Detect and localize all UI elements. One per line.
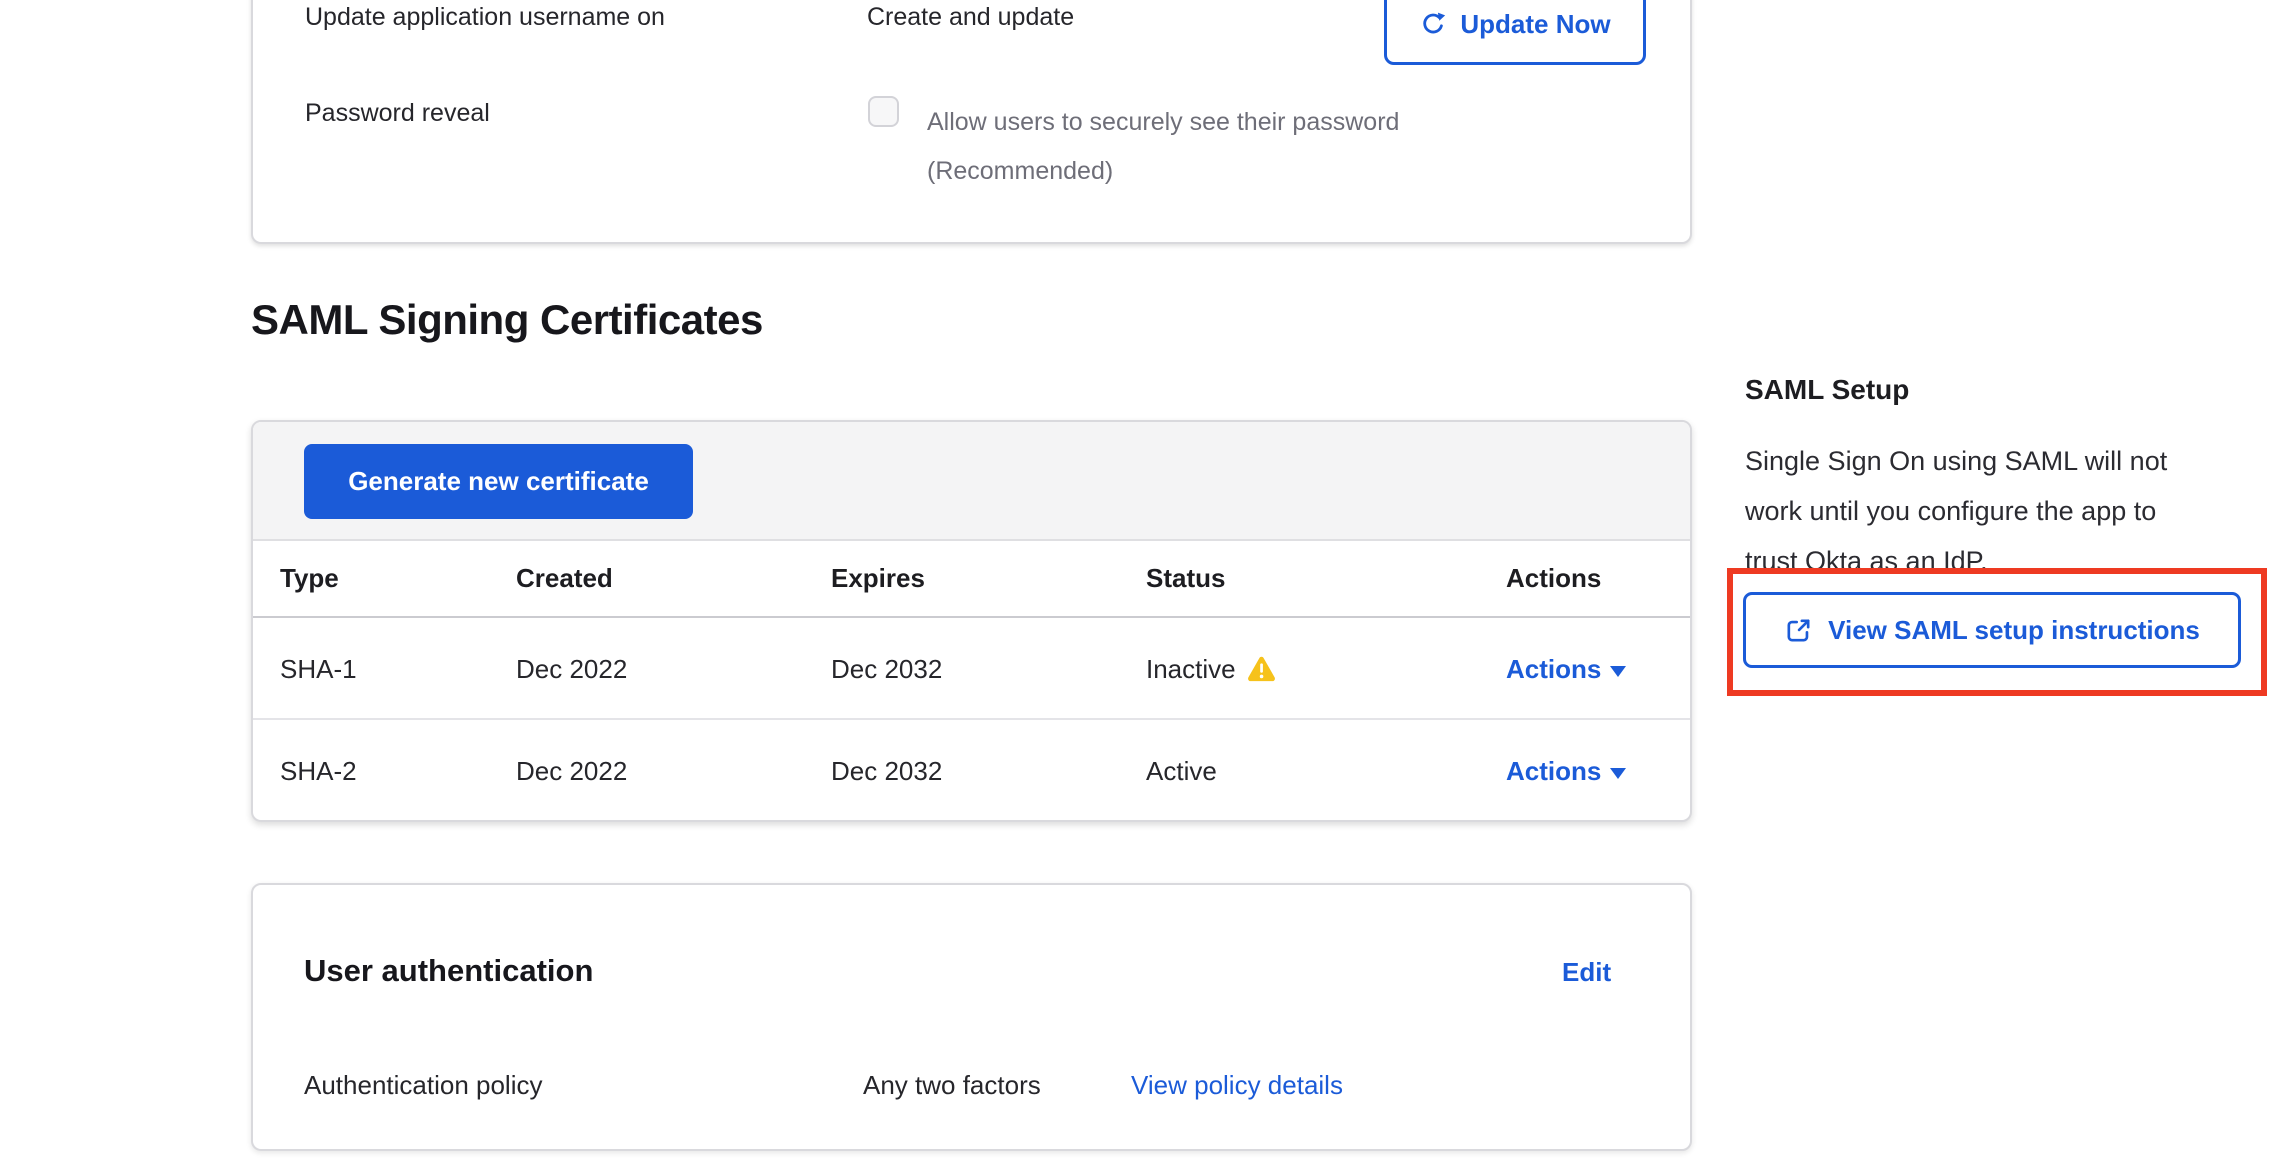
saml-certificates-card: Generate new certificate Type Created Ex… <box>251 420 1692 822</box>
certificates-table-header: Type Created Expires Status Actions <box>253 541 1690 618</box>
caret-down-icon <box>1610 666 1626 677</box>
cell-expires: Dec 2032 <box>831 756 1146 787</box>
user-authentication-title: User authentication <box>304 953 593 989</box>
authentication-policy-label: Authentication policy <box>304 1070 542 1101</box>
table-row-sha1: SHA-1 Dec 2022 Dec 2032 Inactive Actions <box>253 620 1690 720</box>
certificates-toolbar: Generate new certificate <box>253 422 1690 541</box>
update-now-label: Update Now <box>1460 9 1610 40</box>
update-username-label: Update application username on <box>305 3 665 32</box>
col-header-type: Type <box>280 563 516 594</box>
actions-dropdown-sha1[interactable]: Actions <box>1506 654 1690 685</box>
col-header-status: Status <box>1146 563 1506 594</box>
cell-status: Active <box>1146 756 1217 787</box>
actions-dropdown-label: Actions <box>1506 654 1601 685</box>
cell-type: SHA-1 <box>280 654 516 685</box>
saml-setup-description: Single Sign On using SAML will not work … <box>1745 436 2275 586</box>
cell-created: Dec 2022 <box>516 756 831 787</box>
cell-type: SHA-2 <box>280 756 516 787</box>
caret-down-icon <box>1610 768 1626 779</box>
authentication-policy-value: Any two factors <box>863 1070 1041 1101</box>
generate-certificate-button[interactable]: Generate new certificate <box>304 444 693 519</box>
view-policy-details-link[interactable]: View policy details <box>1131 1070 1343 1101</box>
password-reveal-description: Allow users to securely see their passwo… <box>927 98 1399 196</box>
edit-link[interactable]: Edit <box>1562 957 1611 988</box>
col-header-actions: Actions <box>1506 563 1690 594</box>
red-annotation-box: View SAML setup instructions <box>1727 568 2267 696</box>
actions-dropdown-sha2[interactable]: Actions <box>1506 756 1690 787</box>
cell-expires: Dec 2032 <box>831 654 1146 685</box>
actions-dropdown-label: Actions <box>1506 756 1601 787</box>
external-link-icon <box>1784 616 1813 645</box>
cell-status: Inactive <box>1146 654 1236 685</box>
password-reveal-label: Password reveal <box>305 99 490 128</box>
warning-icon <box>1247 656 1276 682</box>
sign-on-settings-panel: Update application username on Create an… <box>251 0 1692 244</box>
user-authentication-card: User authentication Edit Authentication … <box>251 883 1692 1151</box>
password-reveal-checkbox[interactable] <box>868 96 899 127</box>
col-header-expires: Expires <box>831 563 1146 594</box>
table-row-sha2: SHA-2 Dec 2022 Dec 2032 Active Actions <box>253 722 1690 820</box>
saml-setup-button-label: View SAML setup instructions <box>1828 615 2200 646</box>
okta-app-settings-page: Update application username on Create an… <box>0 0 2279 1158</box>
cell-created: Dec 2022 <box>516 654 831 685</box>
saml-setup-title: SAML Setup <box>1745 374 1909 406</box>
refresh-icon <box>1419 10 1447 38</box>
update-username-value: Create and update <box>867 3 1074 32</box>
page-title: SAML Signing Certificates <box>251 296 763 344</box>
update-now-button[interactable]: Update Now <box>1384 0 1646 65</box>
view-saml-setup-instructions-button[interactable]: View SAML setup instructions <box>1743 592 2241 668</box>
col-header-created: Created <box>516 563 831 594</box>
